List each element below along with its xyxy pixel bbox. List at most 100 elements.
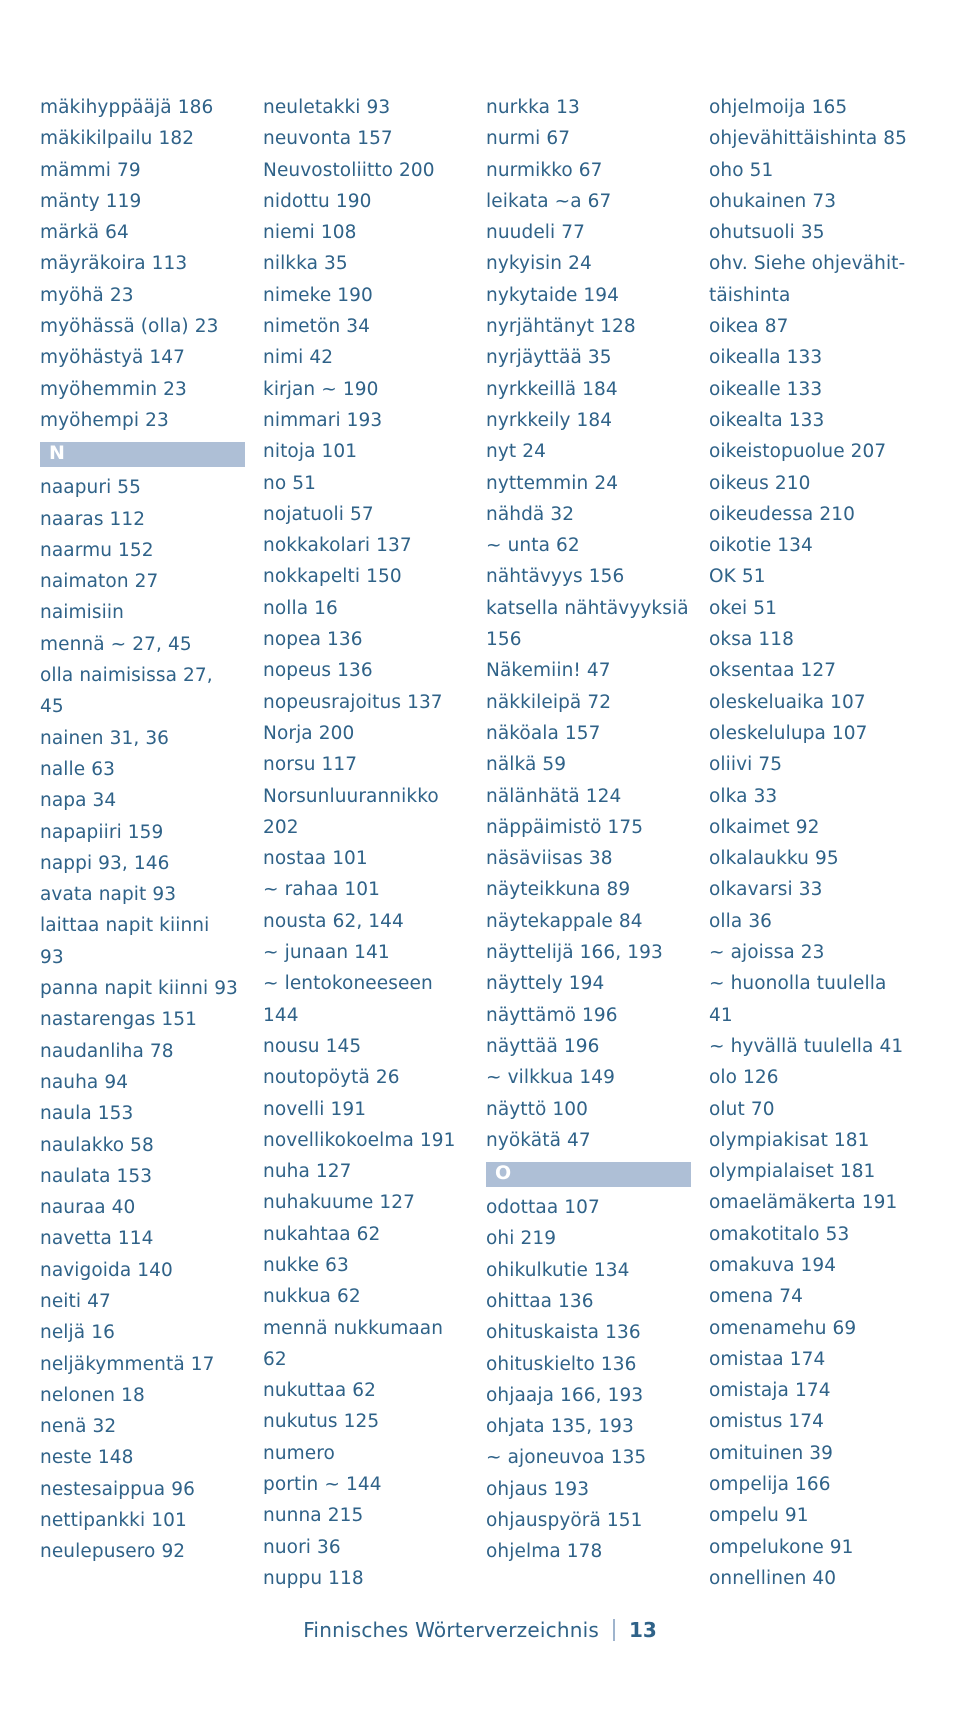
index-entry: myöhä 23 [40,284,134,306]
index-entry: nopeusrajoitus 137 [263,691,443,713]
index-entry: ohjata 135, 193 [486,1416,634,1438]
index-entry: okei 51 [709,597,778,619]
index-column-3: nurkka 13 nurmi 67 nurmikko 67 leikata ~a 6… [486,92,691,1568]
index-entry: myöhästyä 147 [40,347,186,369]
index-entry: nyttemmin 24 [486,472,619,494]
index-entry: nurmi 67 [486,128,571,150]
index-entry: 45 [40,696,64,718]
index-entry: ohjevähittäishinta 85 [709,128,908,150]
index-entry: nettipankki 101 [40,1510,187,1532]
index-entry: ohikulkutie 134 [486,1259,630,1281]
index-column-2: neuletakki 93 neuvonta 157 Neuvostoliitto … [263,92,468,1594]
index-entry: mennä ~ 27, 45 [40,633,192,655]
index-entry: nimmari 193 [263,409,383,431]
index-entry: niemi 108 [263,222,357,244]
index-entry: nykytaide 194 [486,284,620,306]
index-entry: oikeudessa 210 [709,503,855,525]
index-entry: 62 [263,1348,287,1370]
index-entry: ohjaus 193 [486,1478,590,1500]
index-entry: Norsunluurannikko [263,785,439,807]
index-entry: portin ~ 144 [263,1474,382,1496]
index-entry: täishinta [709,284,791,306]
index-entry: neiti 47 [40,1290,111,1312]
index-entry: nitoja 101 [263,441,358,463]
index-entry: Näkemiin! 47 [486,660,611,682]
index-entry: leikata ~a 67 [486,190,612,212]
index-entry: omena 74 [709,1286,804,1308]
index-entry: no 51 [263,472,316,494]
index-entry: ohukainen 73 [709,190,837,212]
index-entry: nykyisin 24 [486,253,592,275]
index-entry: ohjelmoija 165 [709,97,848,118]
index-entry: näyttämö 196 [486,1004,618,1026]
index-entry: Neuvostoliitto 200 [263,159,435,181]
index-entry: nälkä 59 [486,754,567,776]
index-entry: naimisiin [40,602,124,624]
index-entry: napa 34 [40,790,117,812]
index-entry: myöhässä (olla) 23 [40,316,219,338]
index-entry: olla 36 [709,910,773,932]
index-entry: nauha 94 [40,1071,129,1093]
index-entry: myöhempi 23 [40,409,169,431]
index-entry: neljä 16 [40,1322,115,1344]
index-entry: olkavarsi 33 [709,879,823,901]
index-entry: kirjan ~ 190 [263,378,379,400]
index-entry: märkä 64 [40,222,129,244]
index-entry: ohittaa 136 [486,1290,594,1312]
index-entry: nuhakuume 127 [263,1192,416,1214]
index-entry: olkalaukku 95 [709,848,839,870]
index-entry: olympialaiset 181 [709,1161,876,1183]
index-entry: näsäviisas 38 [486,848,613,870]
index-entry: nainen 31, 36 [40,727,170,749]
index-entry: olla naimisissa 27, [40,665,213,687]
index-entry: oleskelulupa 107 [709,722,868,744]
index-entry: nenä 32 [40,1416,117,1438]
index-entry: omistaa 174 [709,1348,826,1370]
index-entry: mäkihyppääjä 186 [40,97,214,118]
index-entry: oksa 118 [709,629,794,651]
letter-section-band: O [486,1162,691,1188]
index-entry: nyökätä 47 [486,1129,591,1151]
index-entry: oksentaa 127 [709,660,837,682]
index-entry: nurmikko 67 [486,159,603,181]
index-entry: noutopöytä 26 [263,1067,400,1089]
index-entry: nokkakolari 137 [263,535,412,557]
index-entry: ohituskielto 136 [486,1353,637,1375]
index-entry: oliivi 75 [709,754,783,776]
index-entry: omakotitalo 53 [709,1223,850,1245]
index-entry: näyttö 100 [486,1098,589,1120]
index-entry: naapuri 55 [40,477,142,499]
index-entry: oikealle 133 [709,378,823,400]
index-entry: ohutsuoli 35 [709,222,825,244]
index-entry: nalle 63 [40,758,115,780]
index-entry: norsu 117 [263,754,358,776]
letter-section-label: N [49,442,65,465]
index-entry: ompelu 91 [709,1505,809,1527]
index-entry: nolla 16 [263,597,338,619]
footer-title: Finnisches Wörterverzeichnis [303,1618,599,1642]
index-entry: nukahtaa 62 [263,1223,381,1245]
index-entry: oho 51 [709,159,774,181]
index-entry: nilkka 35 [263,253,348,275]
index-entry: näyteikkuna 89 [486,879,631,901]
index-entry: nimetön 34 [263,316,370,338]
index-entry: omenamehu 69 [709,1317,857,1339]
index-entry: nukutus 125 [263,1411,380,1433]
index-entry: onnellinen 40 [709,1567,837,1589]
index-entry: novellikokoelma 191 [263,1129,456,1151]
index-entry: näppäimistö 175 [486,816,644,838]
index-entry: navetta 114 [40,1228,154,1250]
index-entry: nuppu 118 [263,1567,364,1589]
index-entry: naulata 153 [40,1165,153,1187]
index-entry: nousu 145 [263,1035,362,1057]
index-entry: ~ lentokoneeseen [263,973,433,995]
index-entry: nastarengas 151 [40,1009,198,1031]
index-entry: ~ hyvällä tuulella 41 [709,1035,904,1057]
index-entry: nähtävyys 156 [486,566,625,588]
index-entry: ohv. Siehe ohjevähit- [709,253,906,275]
index-entry: olut 70 [709,1098,775,1120]
index-entry: 41 [709,1004,733,1026]
index-entry: ~ vilkkua 149 [486,1067,616,1089]
index-entry: nyrkkeillä 184 [486,378,618,400]
index-entry: omaelämäkerta 191 [709,1192,898,1214]
